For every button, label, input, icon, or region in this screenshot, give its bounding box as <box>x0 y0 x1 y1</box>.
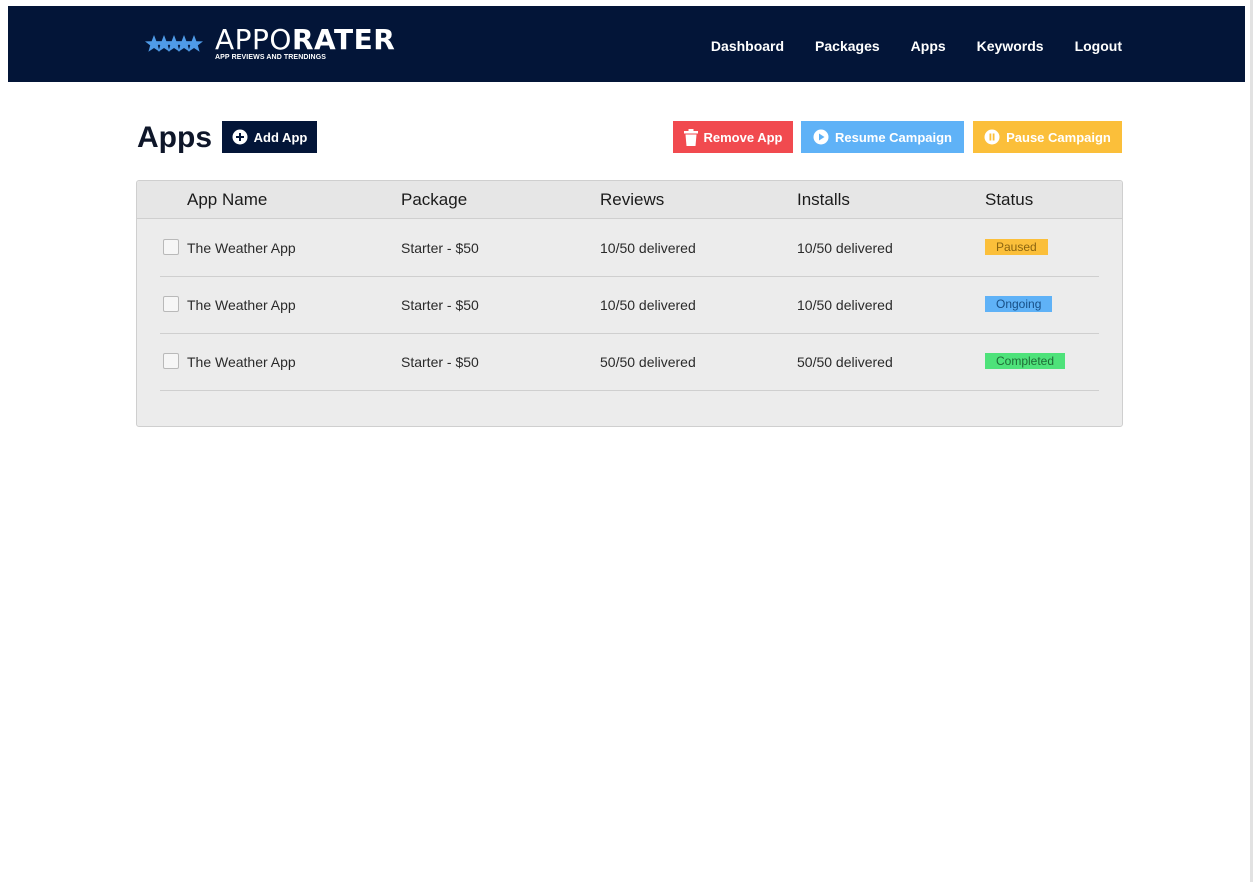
cell-installs: 50/50 delivered <box>797 354 893 370</box>
apps-table: App Name Package Reviews Installs Status… <box>136 180 1123 427</box>
pause-campaign-label: Pause Campaign <box>1006 129 1111 145</box>
resume-campaign-label: Resume Campaign <box>834 129 953 145</box>
nav-logout[interactable]: Logout <box>1075 38 1122 54</box>
resume-campaign-button[interactable]: Resume Campaign <box>801 121 964 153</box>
play-circle-icon <box>813 129 829 145</box>
top-navbar: APPORATER APP REVIEWS AND TRENDINGS Dash… <box>8 6 1245 82</box>
header-installs[interactable]: Installs <box>797 190 850 210</box>
brand-logo[interactable]: APPORATER APP REVIEWS AND TRENDINGS <box>145 25 395 71</box>
cell-installs: 10/50 delivered <box>797 297 893 313</box>
row-checkbox[interactable] <box>163 239 179 255</box>
cell-package: Starter - $50 <box>401 297 479 313</box>
pause-campaign-button[interactable]: Pause Campaign <box>973 121 1122 153</box>
brand-wordmark: APPORATER <box>215 25 395 55</box>
add-app-button[interactable]: Add App <box>222 121 317 153</box>
header-status[interactable]: Status <box>985 190 1033 210</box>
remove-app-label: Remove App <box>703 129 783 145</box>
header-package[interactable]: Package <box>401 190 467 210</box>
header-app-name[interactable]: App Name <box>187 190 267 210</box>
pause-circle-icon <box>984 129 1000 145</box>
brand-name-bold: RATER <box>291 23 396 56</box>
remove-app-button[interactable]: Remove App <box>673 121 793 153</box>
add-app-label: Add App <box>253 129 308 145</box>
status-badge: Paused <box>985 239 1048 255</box>
status-badge: Ongoing <box>985 296 1053 312</box>
cell-app-name: The Weather App <box>187 354 296 370</box>
cell-reviews: 10/50 delivered <box>600 297 696 313</box>
cell-installs: 10/50 delivered <box>797 240 893 256</box>
nav-apps[interactable]: Apps <box>911 38 946 54</box>
cell-app-name: The Weather App <box>187 297 296 313</box>
cell-app-name: The Weather App <box>187 240 296 256</box>
table-header: App Name Package Reviews Installs Status <box>137 181 1122 219</box>
row-checkbox[interactable] <box>163 296 179 312</box>
table-row[interactable]: The Weather App Starter - $50 10/50 deli… <box>160 219 1099 277</box>
main-nav: Dashboard Packages Apps Keywords Logout <box>680 38 1122 54</box>
table-row[interactable]: The Weather App Starter - $50 50/50 deli… <box>160 333 1099 391</box>
header-reviews[interactable]: Reviews <box>600 190 664 210</box>
status-badge: Completed <box>985 353 1066 369</box>
page-title: Apps <box>137 121 212 154</box>
brand-name-light: APPO <box>215 23 292 56</box>
plus-circle-icon <box>232 129 248 145</box>
nav-packages[interactable]: Packages <box>815 38 880 54</box>
nav-keywords[interactable]: Keywords <box>977 38 1044 54</box>
cell-reviews: 10/50 delivered <box>600 240 696 256</box>
cell-package: Starter - $50 <box>401 354 479 370</box>
stars-icon <box>145 33 203 55</box>
row-checkbox[interactable] <box>163 353 179 369</box>
trash-icon <box>683 128 698 146</box>
table-row[interactable]: The Weather App Starter - $50 10/50 deli… <box>160 276 1099 334</box>
nav-dashboard[interactable]: Dashboard <box>711 38 784 54</box>
cell-reviews: 50/50 delivered <box>600 354 696 370</box>
cell-package: Starter - $50 <box>401 240 479 256</box>
brand-tagline: APP REVIEWS AND TRENDINGS <box>215 54 327 61</box>
